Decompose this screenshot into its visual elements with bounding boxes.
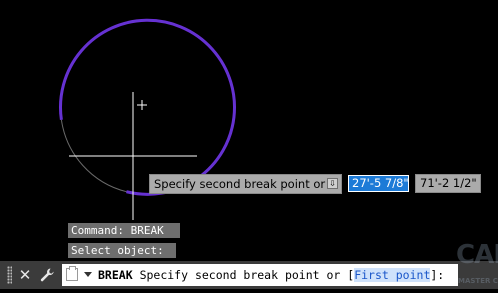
chevron-down-icon[interactable]	[84, 272, 92, 277]
command-name: BREAK	[98, 268, 133, 282]
dynamic-prompt-tooltip: Specify second break point or ⇩	[149, 174, 342, 194]
command-input[interactable]: BREAK Specify second break point or [Fir…	[62, 264, 458, 286]
close-icon[interactable]: ✕	[16, 265, 34, 285]
option-first-point[interactable]: First point	[354, 268, 431, 282]
tooltip-prompt-text: Specify second break point or	[154, 177, 326, 191]
command-history-line-2: Select object:	[68, 243, 176, 258]
command-suffix: ]:	[430, 268, 445, 282]
command-line-bar: ✕ BREAK Specify second break point or [F…	[0, 261, 498, 289]
selected-circle-arc[interactable]	[59, 18, 236, 196]
command-prompt: Specify second break point or [	[139, 268, 355, 282]
dynamic-input-field-2[interactable]: 71'-2 1/2"	[415, 174, 481, 193]
wrench-icon[interactable]	[38, 265, 56, 285]
command-history-line-1: Command: BREAK	[68, 223, 180, 238]
dynamic-input-field-1[interactable]: 27'-5 7/8"	[348, 175, 409, 192]
down-arrow-menu-icon[interactable]: ⇩	[327, 178, 338, 189]
grip-handle[interactable]	[7, 266, 12, 284]
command-recent-icon[interactable]	[66, 266, 78, 281]
command-text: BREAK Specify second break point or [Fir…	[98, 264, 444, 286]
